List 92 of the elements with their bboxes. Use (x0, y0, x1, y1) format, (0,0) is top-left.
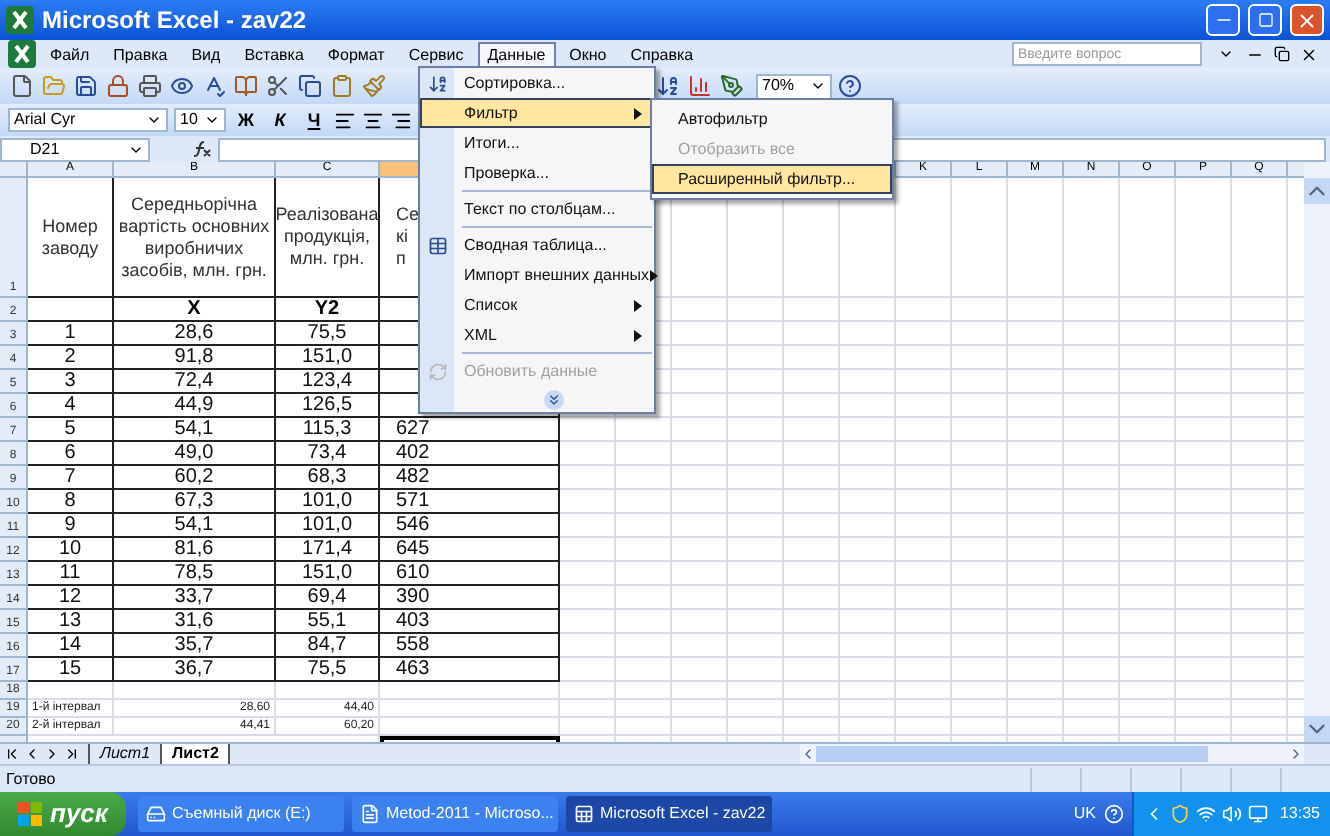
table-cell: 101,0 (276, 514, 380, 538)
table-cell: Середньорічна вартість основних виробничих засобів, млн. грн. (114, 178, 276, 298)
menu-item[interactable]: Итоги... (420, 128, 654, 158)
format-button[interactable]: Ж (232, 107, 260, 133)
table-cell: 91,8 (114, 346, 276, 370)
table-cell: Y2 (276, 298, 380, 322)
table-cell: 84,7 (276, 634, 380, 658)
table-cell: X (114, 298, 276, 322)
table-cell: 123,4 (276, 370, 380, 394)
menu-item[interactable]: Данные (477, 41, 556, 67)
table-cell: 5 (28, 418, 114, 442)
table-cell: 78,5 (114, 562, 276, 586)
table-cell: 72,4 (114, 370, 276, 394)
menu-item[interactable]: Сортировка... (420, 68, 654, 98)
table-cell: 115,3 (276, 418, 380, 442)
table-cell: 610 (380, 562, 560, 586)
table-cell: 49,0 (114, 442, 276, 466)
table-cell: 81,6 (114, 538, 276, 562)
table-cell: 482 (380, 466, 560, 490)
table-cell: 75,5 (276, 658, 380, 682)
table-cell: 36,7 (114, 658, 276, 682)
taskbar-button[interactable]: Съемный диск (E:) (138, 796, 344, 832)
menu-item[interactable]: Правка (103, 41, 178, 67)
table-cell: 558 (380, 634, 560, 658)
menu-item[interactable]: Вставка (234, 41, 314, 67)
table-cell: 54,1 (114, 418, 276, 442)
table-cell: 73,4 (276, 442, 380, 466)
sheet-tab[interactable]: Лист2 (160, 743, 231, 765)
menu-item[interactable]: Окно (559, 41, 617, 67)
clock: 13:35 (1279, 802, 1320, 826)
menu-item[interactable]: Файл (40, 41, 100, 67)
table-cell: 402 (380, 442, 560, 466)
table-cell: 4 (28, 394, 114, 418)
table-cell: 546 (380, 514, 560, 538)
taskbar-button[interactable]: Metod-2011 - Microso... (352, 796, 558, 832)
table-cell: 68,3 (276, 466, 380, 490)
table-cell: 60,2 (114, 466, 276, 490)
menu-item[interactable]: Автофильтр (652, 104, 892, 134)
language-indicator[interactable]: UK (1073, 802, 1096, 826)
table-cell: 28,6 (114, 322, 276, 346)
table-cell: 463 (380, 658, 560, 682)
menu-item[interactable]: Формат (317, 41, 395, 67)
format-button[interactable]: Ч (300, 107, 328, 133)
font-size-field[interactable]: 10 (174, 108, 226, 132)
table-cell: 390 (380, 586, 560, 610)
table-cell: 6 (28, 442, 114, 466)
table-cell: 2 (28, 346, 114, 370)
table-cell: 151,0 (276, 346, 380, 370)
taskbar-button[interactable]: Microsoft Excel - zav22 (566, 796, 772, 832)
menu-item[interactable]: XML (420, 320, 654, 350)
menu-item[interactable]: Справка (620, 41, 704, 67)
menu-item[interactable]: Вид (181, 41, 231, 67)
table-cell: 7 (28, 466, 114, 490)
table-cell: 571 (380, 490, 560, 514)
window-title: Microsoft Excel - zav22 (42, 4, 309, 38)
table-cell: Номер заводу (28, 178, 114, 298)
table-cell: 171,4 (276, 538, 380, 562)
format-button[interactable]: К (266, 107, 294, 133)
table-cell: 627 (380, 418, 560, 442)
font-field[interactable]: Arial Cyr (8, 108, 168, 132)
table-cell: 1 (28, 322, 114, 346)
start-button[interactable]: пуск (0, 792, 126, 836)
table-cell: 126,5 (276, 394, 380, 418)
table-cell: 3 (28, 370, 114, 394)
table-cell: 8 (28, 490, 114, 514)
table-cell: 35,7 (114, 634, 276, 658)
menu-item[interactable]: Сервис (398, 41, 474, 67)
table-cell: 13 (28, 610, 114, 634)
status-text: Готово (6, 767, 58, 791)
table-cell: 403 (380, 610, 560, 634)
table-cell: 33,7 (114, 586, 276, 610)
table-cell: 151,0 (276, 562, 380, 586)
table-cell: 12 (28, 586, 114, 610)
table-cell: 31,6 (114, 610, 276, 634)
zoom-field[interactable]: 70% (756, 73, 832, 99)
table-cell: 69,4 (276, 586, 380, 610)
menu-item[interactable]: Фильтр (420, 98, 654, 128)
table-cell: 44,9 (114, 394, 276, 418)
table-cell: 75,5 (276, 322, 380, 346)
table-cell: 54,1 (114, 514, 276, 538)
table-cell: 11 (28, 562, 114, 586)
table-cell: 645 (380, 538, 560, 562)
table-cell: 101,0 (276, 490, 380, 514)
table-cell: 9 (28, 514, 114, 538)
menu-item[interactable]: Расширенный фильтр... (652, 164, 892, 194)
table-cell: 55,1 (276, 610, 380, 634)
table-cell: 10 (28, 538, 114, 562)
table-cell: 14 (28, 634, 114, 658)
name-box[interactable]: D21 (0, 137, 150, 161)
table-cell: 15 (28, 658, 114, 682)
table-cell: Реалізована продукція, млн. грн. (276, 178, 380, 298)
table-cell: 67,3 (114, 490, 276, 514)
